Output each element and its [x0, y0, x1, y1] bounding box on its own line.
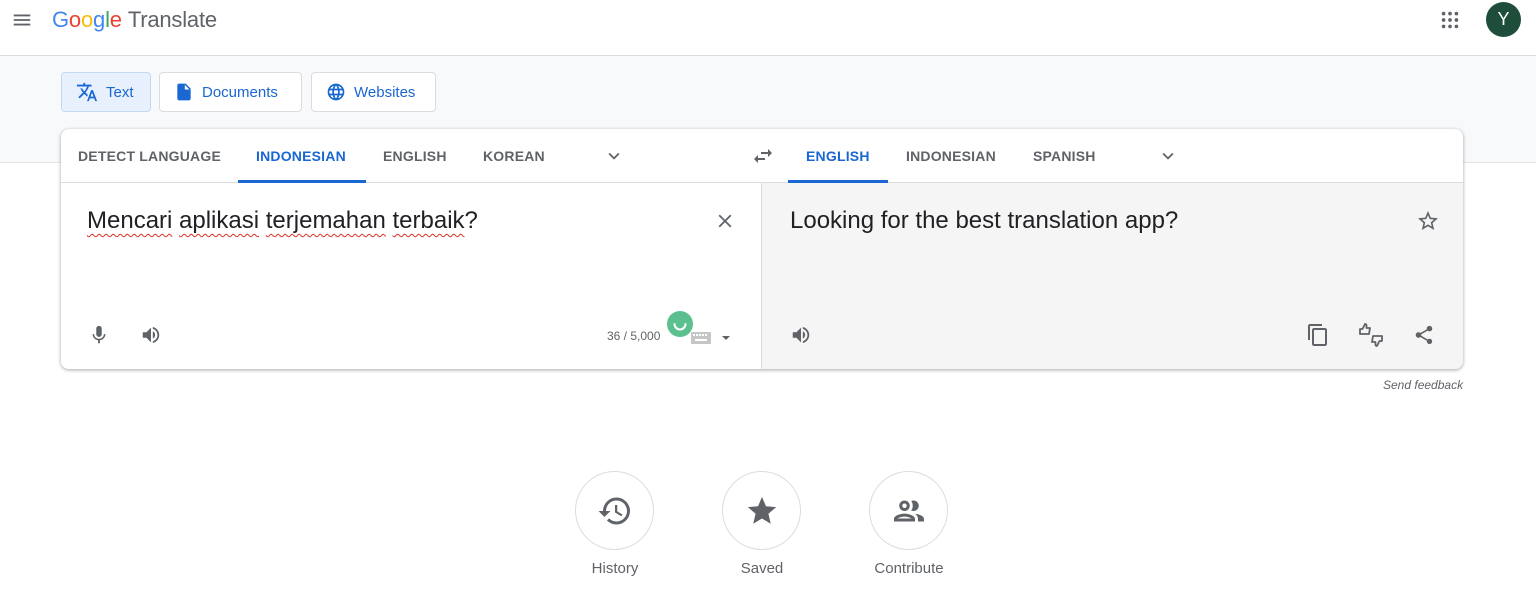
source-more-languages-button[interactable]: [601, 143, 627, 169]
apps-grid-icon: [1441, 11, 1459, 29]
google-apps-button[interactable]: [1436, 6, 1464, 34]
saved-label: Saved: [740, 560, 784, 577]
tab-text-label: Text: [106, 83, 134, 101]
source-word: terjemahan: [265, 207, 386, 234]
source-punctuation: ?: [464, 207, 478, 234]
copy-translation-button[interactable]: [1304, 321, 1332, 349]
voice-input-button[interactable]: [85, 321, 113, 349]
close-icon: [718, 214, 732, 228]
logo-letter-g2: g: [93, 7, 106, 32]
contribute-circle[interactable]: [869, 471, 948, 550]
translate-icon: [76, 82, 98, 102]
tab-websites[interactable]: Websites: [311, 72, 436, 112]
logo-letter-e: e: [109, 7, 122, 32]
tab-text[interactable]: Text: [61, 72, 151, 112]
speaker-icon: [792, 326, 810, 344]
saved-button[interactable]: Saved: [722, 471, 802, 581]
contribute-label: Contribute: [874, 560, 944, 577]
share-icon: [1415, 325, 1433, 345]
chevron-down-icon: [608, 152, 620, 160]
history-button[interactable]: History: [575, 471, 655, 581]
source-word: terbaik: [392, 207, 465, 234]
document-icon: [177, 83, 191, 101]
translation-card: DETECT LANGUAGE INDONESIAN ENGLISH KOREA…: [61, 129, 1463, 369]
target-lang-spanish[interactable]: SPANISH: [1033, 129, 1096, 183]
app-header: Google Translate Y: [0, 0, 1536, 56]
source-lang-indonesian[interactable]: INDONESIAN: [256, 129, 346, 183]
translated-text: Looking for the best translation app?: [790, 207, 1179, 234]
logo-letter-o2: o: [80, 7, 94, 32]
source-pane[interactable]: Mencari aplikasi terjemahan terbaik? 36 …: [61, 183, 761, 369]
tab-documents[interactable]: Documents: [159, 72, 302, 112]
saved-circle[interactable]: [722, 471, 801, 550]
target-more-languages-button[interactable]: [1155, 143, 1181, 169]
tab-documents-label: Documents: [202, 83, 278, 101]
target-pane: Looking for the best translation app?: [761, 183, 1463, 369]
source-word: Mencari: [87, 207, 173, 234]
language-bar: DETECT LANGUAGE INDONESIAN ENGLISH KOREA…: [61, 129, 1463, 183]
rate-translation-button[interactable]: [1357, 321, 1385, 349]
source-lang-english[interactable]: ENGLISH: [383, 129, 447, 183]
target-lang-indonesian[interactable]: INDONESIAN: [906, 129, 996, 183]
menu-icon: [13, 14, 31, 26]
star-icon: [747, 496, 776, 524]
keyboard-icon: [691, 332, 711, 344]
product-name: Translate: [127, 7, 217, 32]
input-tools-button[interactable]: [691, 328, 741, 348]
microphone-icon: [92, 325, 106, 344]
history-icon: [598, 497, 630, 524]
history-label: History: [591, 560, 639, 577]
target-lang-english[interactable]: ENGLISH: [806, 129, 870, 183]
loading-spinner-icon: [667, 311, 693, 337]
swap-icon: [754, 149, 772, 163]
source-lang-detect[interactable]: DETECT LANGUAGE: [78, 129, 221, 183]
character-count: 36 / 5,000: [607, 329, 661, 343]
history-circle[interactable]: [575, 471, 654, 550]
listen-source-button[interactable]: [137, 321, 165, 349]
listen-translation-button[interactable]: [787, 321, 815, 349]
source-lang-korean[interactable]: KOREAN: [483, 129, 545, 183]
star-outline-icon: [1418, 211, 1438, 230]
source-word: aplikasi: [179, 207, 260, 234]
logo-letter-g: G: [52, 7, 69, 32]
contribute-button[interactable]: Contribute: [869, 471, 949, 581]
copy-icon: [1308, 324, 1327, 346]
chevron-down-icon: [1162, 152, 1174, 160]
logo-letter-o1: o: [68, 7, 81, 32]
people-icon: [893, 500, 924, 521]
caret-down-icon: [722, 336, 730, 340]
globe-icon: [327, 83, 345, 101]
clear-source-button[interactable]: [713, 209, 737, 233]
share-translation-button[interactable]: [1410, 321, 1438, 349]
save-translation-button[interactable]: [1414, 207, 1442, 235]
thumbs-up-down-icon: [1359, 323, 1383, 347]
speaker-icon: [142, 326, 160, 344]
google-translate-logo[interactable]: Google Translate: [52, 4, 217, 36]
swap-languages-button[interactable]: [749, 142, 777, 170]
source-text[interactable]: Mencari aplikasi terjemahan terbaik?: [87, 207, 478, 235]
main-menu-button[interactable]: [8, 6, 36, 34]
account-avatar[interactable]: Y: [1486, 2, 1521, 37]
send-feedback-link[interactable]: Send feedback: [1383, 378, 1463, 392]
tab-websites-label: Websites: [354, 83, 416, 101]
